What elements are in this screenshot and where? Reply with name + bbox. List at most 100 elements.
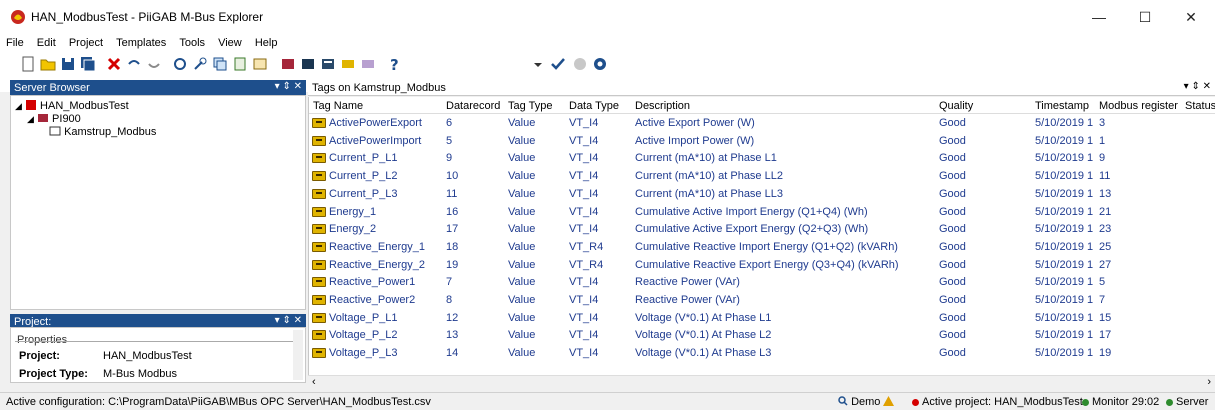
cell-timestamp: 5/10/2019 1: [1035, 329, 1094, 342]
table-row[interactable]: Current_P_L3 11 Value VT_I4 Current (mA*10) …: [309, 186, 1215, 203]
cell-timestamp: 5/10/2019 1: [1035, 134, 1094, 147]
copy-icon[interactable]: [212, 56, 228, 72]
monitor-status: Monitor 29:02: [1082, 396, 1159, 408]
open-icon[interactable]: [40, 56, 56, 72]
demo-status: Demo: [838, 396, 895, 408]
minimize-button[interactable]: —: [1076, 0, 1122, 34]
pane-controls[interactable]: ▾ ⇕ ✕: [1184, 81, 1211, 92]
tag-icon: [312, 188, 326, 199]
cell-quality: Good: [939, 152, 966, 165]
cell-description: Active Import Power (W): [635, 134, 755, 147]
col-status[interactable]: Status: [1185, 100, 1215, 112]
warning-icon: [883, 396, 895, 406]
tree-node-project[interactable]: ◢ HAN_ModbusTest: [15, 99, 129, 113]
menu-file[interactable]: File: [0, 34, 28, 49]
check-icon[interactable]: [550, 56, 566, 72]
delete-icon[interactable]: [106, 56, 122, 72]
project-type-label: Project Type:: [19, 368, 88, 380]
table-row[interactable]: ActivePowerImport 5 Value VT_I4 Active Impor…: [309, 133, 1215, 150]
table-row[interactable]: Energy_1 16 Value VT_I4 Cumulative Active Im…: [309, 204, 1215, 221]
table-row[interactable]: Voltage_P_L3 14 Value VT_I4 Voltage (V*0.1) …: [309, 345, 1215, 362]
menu-view[interactable]: View: [212, 34, 246, 49]
cell-tag-type: Value: [508, 117, 536, 129]
cell-datarecord: 8: [446, 294, 453, 306]
tree-node-meter[interactable]: Kamstrup_Modbus: [49, 125, 156, 139]
save-icon[interactable]: [60, 56, 76, 72]
table-row[interactable]: Reactive_Energy_1 18 Value VT_R4 Cumulative …: [309, 239, 1215, 256]
tag-icon: [312, 135, 326, 146]
tag-icon: [312, 206, 326, 217]
table-row[interactable]: Reactive_Energy_2 19 Value VT_R4 Cumulative …: [309, 257, 1215, 274]
table-row[interactable]: Reactive_Power2 8 Value VT_I4 Reactive Power…: [309, 292, 1215, 309]
server-label: Server: [1176, 396, 1209, 408]
close-button[interactable]: ✕: [1168, 0, 1214, 34]
col-datarecord[interactable]: Datarecord: [446, 100, 500, 112]
scroll-right-icon[interactable]: ›: [1207, 376, 1211, 388]
status-dot-red: [912, 398, 919, 406]
col-tag-name[interactable]: Tag Name: [313, 100, 363, 112]
server-icon[interactable]: [320, 56, 336, 72]
project-icon: [25, 100, 36, 110]
tag-icon: [312, 312, 326, 323]
vertical-scrollbar[interactable]: [293, 330, 303, 380]
save-all-icon[interactable]: [80, 56, 96, 72]
cell-timestamp: 5/10/2019 1: [1035, 294, 1094, 306]
horizontal-scrollbar[interactable]: ‹ ›: [308, 375, 1215, 390]
cell-description: Current (mA*10) at Phase LL3: [635, 187, 783, 200]
cell-modbus-register: 3: [1099, 117, 1106, 129]
cell-timestamp: 5/10/2019 1: [1035, 240, 1094, 253]
maximize-button[interactable]: ☐: [1122, 0, 1168, 34]
menu-edit[interactable]: Edit: [31, 34, 60, 49]
new-icon[interactable]: [20, 56, 36, 72]
table-row[interactable]: ActivePowerExport 6 Value VT_I4 Active Expor…: [309, 115, 1215, 132]
table-row[interactable]: Reactive_Power1 7 Value VT_I4 Reactive Power…: [309, 274, 1215, 291]
table-row[interactable]: Voltage_P_L2 13 Value VT_I4 Voltage (V*0.1) …: [309, 327, 1215, 344]
menu-tools[interactable]: Tools: [173, 34, 209, 49]
meter-icon[interactable]: [280, 56, 296, 72]
play-icon[interactable]: [572, 56, 588, 72]
menu-project[interactable]: Project: [63, 34, 107, 49]
table-row[interactable]: Current_P_L1 9 Value VT_I4 Current (mA*10) a…: [309, 150, 1215, 167]
col-data-type[interactable]: Data Type: [569, 100, 619, 112]
menu-templates[interactable]: Templates: [110, 34, 170, 49]
cell-modbus-register: 7: [1099, 294, 1106, 306]
table-row[interactable]: Voltage_P_L1 12 Value VT_I4 Voltage (V*0.1) …: [309, 310, 1215, 327]
cell-timestamp: 5/10/2019 1: [1035, 152, 1094, 165]
connect-icon[interactable]: [172, 56, 188, 72]
table-row[interactable]: Current_P_L2 10 Value VT_I4 Current (mA*10) …: [309, 168, 1215, 185]
tools-icon[interactable]: [192, 56, 208, 72]
col-timestamp[interactable]: Timestamp: [1035, 100, 1089, 112]
monitor-label: Monitor 29:02: [1092, 396, 1160, 408]
import-icon[interactable]: [252, 56, 268, 72]
properties-group-label: Properties: [17, 334, 68, 346]
scroll-left-icon[interactable]: ‹: [312, 376, 316, 388]
tag-icon[interactable]: [340, 56, 356, 72]
cell-datarecord: 18: [446, 240, 459, 253]
tree-node-device[interactable]: ◢ PI900: [27, 112, 81, 126]
window-title: HAN_ModbusTest - PiiGAB M-Bus Explorer: [31, 10, 264, 24]
export-icon[interactable]: [232, 56, 248, 72]
col-quality[interactable]: Quality: [939, 100, 973, 112]
undo-icon[interactable]: [126, 56, 142, 72]
pane-controls[interactable]: ▾ ⇕ ✕: [275, 81, 302, 92]
cell-tag-type: Value: [508, 152, 536, 165]
menu-help[interactable]: Help: [249, 34, 282, 49]
tag-icon: [312, 224, 326, 235]
cell-data-type: VT_I4: [569, 152, 599, 165]
svg-text:?: ?: [390, 56, 399, 72]
help-icon[interactable]: ?: [386, 56, 402, 72]
redo-icon[interactable]: [146, 56, 162, 72]
table-row[interactable]: Energy_2 17 Value VT_I4 Cumulative Active Ex…: [309, 221, 1215, 238]
tag-list-icon[interactable]: [360, 56, 376, 72]
stop-icon[interactable]: [592, 56, 608, 72]
cell-tag-type: Value: [508, 223, 536, 236]
device-icon[interactable]: [300, 56, 316, 72]
col-modbus-register[interactable]: Modbus register: [1099, 100, 1178, 112]
tags-pane-header: Tags on Kamstrup_Modbus ▾ ⇕ ✕: [308, 80, 1215, 96]
pane-controls[interactable]: ▾ ⇕ ✕: [275, 315, 302, 326]
col-description[interactable]: Description: [635, 100, 690, 112]
cell-datarecord: 9: [446, 152, 453, 165]
col-tag-type[interactable]: Tag Type: [508, 100, 552, 112]
tag-icon: [312, 277, 326, 288]
dropdown-icon[interactable]: [530, 56, 546, 72]
